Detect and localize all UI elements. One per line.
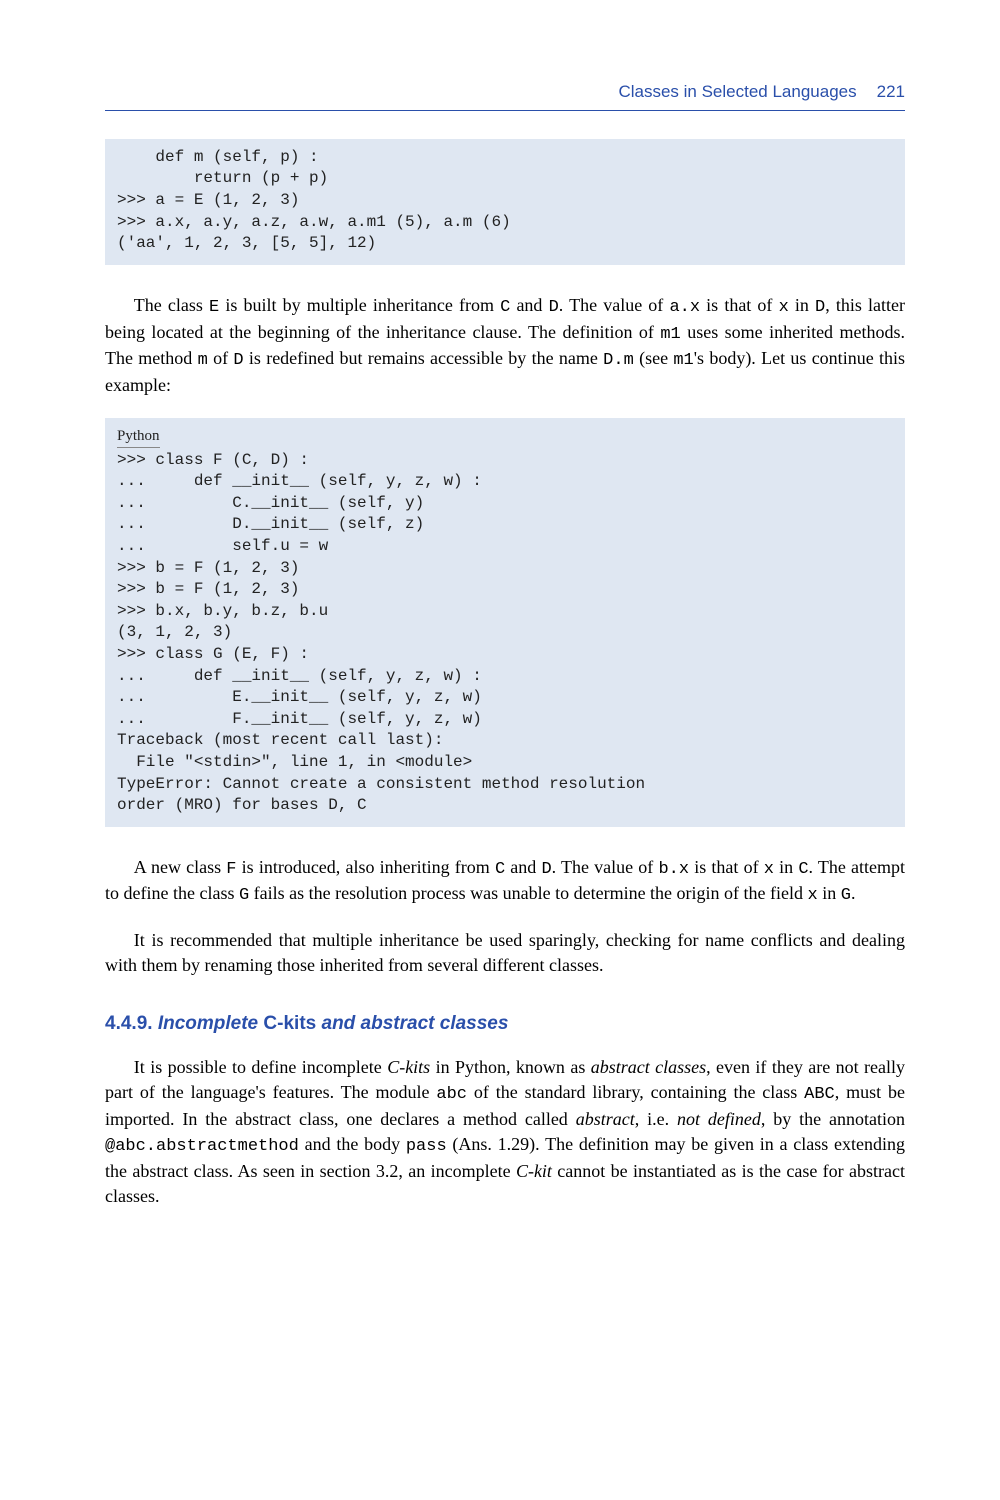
- text: . The value of: [552, 857, 659, 877]
- inline-code: C: [798, 860, 808, 879]
- text: , i.e.: [635, 1109, 677, 1129]
- page-header: Classes in Selected Languages 221: [105, 80, 905, 111]
- text: in: [818, 883, 841, 903]
- inline-code: m1: [660, 325, 680, 344]
- text: is that of: [700, 295, 779, 315]
- inline-code: a.x: [669, 298, 700, 317]
- paragraph-1: The class E is built by multiple inherit…: [105, 293, 905, 399]
- text: It is possible to define incomplete: [134, 1057, 387, 1077]
- text: A new class: [134, 857, 226, 877]
- inline-code: pass: [406, 1137, 447, 1156]
- inline-code: C: [495, 860, 505, 879]
- text: . The value of: [559, 295, 670, 315]
- inline-code: m: [198, 351, 208, 370]
- text: (see: [634, 348, 674, 368]
- text: of: [208, 348, 234, 368]
- inline-code: x: [779, 298, 789, 317]
- italic-text: C-kits: [387, 1057, 430, 1077]
- code-block-1: def m (self, p) : return (p + p) >>> a =…: [105, 139, 905, 265]
- italic-text: C-kit: [516, 1161, 552, 1181]
- inline-code: x: [764, 860, 774, 879]
- text: is built by multiple inheritance from: [219, 295, 500, 315]
- text: .: [851, 883, 856, 903]
- code-language-label: Python: [117, 426, 160, 447]
- page-number: 221: [877, 80, 905, 104]
- section-title-part: C-kits: [258, 1013, 321, 1034]
- text: is redefined but remains accessible by t…: [244, 348, 604, 368]
- code-block-2: Python >>> class F (C, D) : ... def __in…: [105, 418, 905, 826]
- text: The class: [134, 295, 209, 315]
- inline-code: b.x: [658, 860, 689, 879]
- header-title: Classes in Selected Languages: [618, 80, 856, 104]
- inline-code: ABC: [804, 1085, 835, 1104]
- page: Classes in Selected Languages 221 def m …: [0, 0, 1000, 1500]
- inline-code: G: [239, 886, 249, 905]
- text: in Python, known as: [430, 1057, 591, 1077]
- inline-code: abc: [436, 1085, 467, 1104]
- paragraph-3: It is recommended that multiple inherita…: [105, 928, 905, 978]
- inline-code: F: [226, 860, 236, 879]
- text: is that of: [689, 857, 764, 877]
- section-title-part: Incomplete: [158, 1013, 258, 1034]
- inline-code: @abc.abstractmethod: [105, 1137, 299, 1156]
- paragraph-2: A new class F is introduced, also inheri…: [105, 855, 905, 909]
- text: and: [505, 857, 541, 877]
- italic-text: not defined: [677, 1109, 761, 1129]
- inline-code: D: [815, 298, 825, 317]
- text: , by the annotation: [761, 1109, 905, 1129]
- text: of the standard library, containing the …: [467, 1082, 804, 1102]
- section-heading: 4.4.9. Incomplete C-kits and abstract cl…: [105, 1011, 905, 1038]
- inline-code: D.m: [603, 351, 634, 370]
- text: is introduced, also inheriting from: [236, 857, 494, 877]
- text: in: [789, 295, 815, 315]
- inline-code: D: [233, 351, 243, 370]
- italic-text: abstract classes: [591, 1057, 706, 1077]
- inline-code: D: [541, 860, 551, 879]
- inline-code: x: [808, 886, 818, 905]
- text: fails as the resolution process was unab…: [249, 883, 807, 903]
- inline-code: D: [549, 298, 559, 317]
- text: in: [774, 857, 798, 877]
- text: and the body: [299, 1134, 406, 1154]
- text: and: [510, 295, 548, 315]
- inline-code: m1: [673, 351, 693, 370]
- section-title-part: and abstract classes: [322, 1013, 509, 1034]
- paragraph-4: It is possible to define incomplete C-ki…: [105, 1055, 905, 1209]
- section-number: 4.4.9.: [105, 1013, 153, 1034]
- inline-code: G: [841, 886, 851, 905]
- inline-code: E: [209, 298, 219, 317]
- inline-code: C: [500, 298, 510, 317]
- code-content: >>> class F (C, D) : ... def __init__ (s…: [117, 451, 645, 815]
- italic-text: abstract: [576, 1109, 635, 1129]
